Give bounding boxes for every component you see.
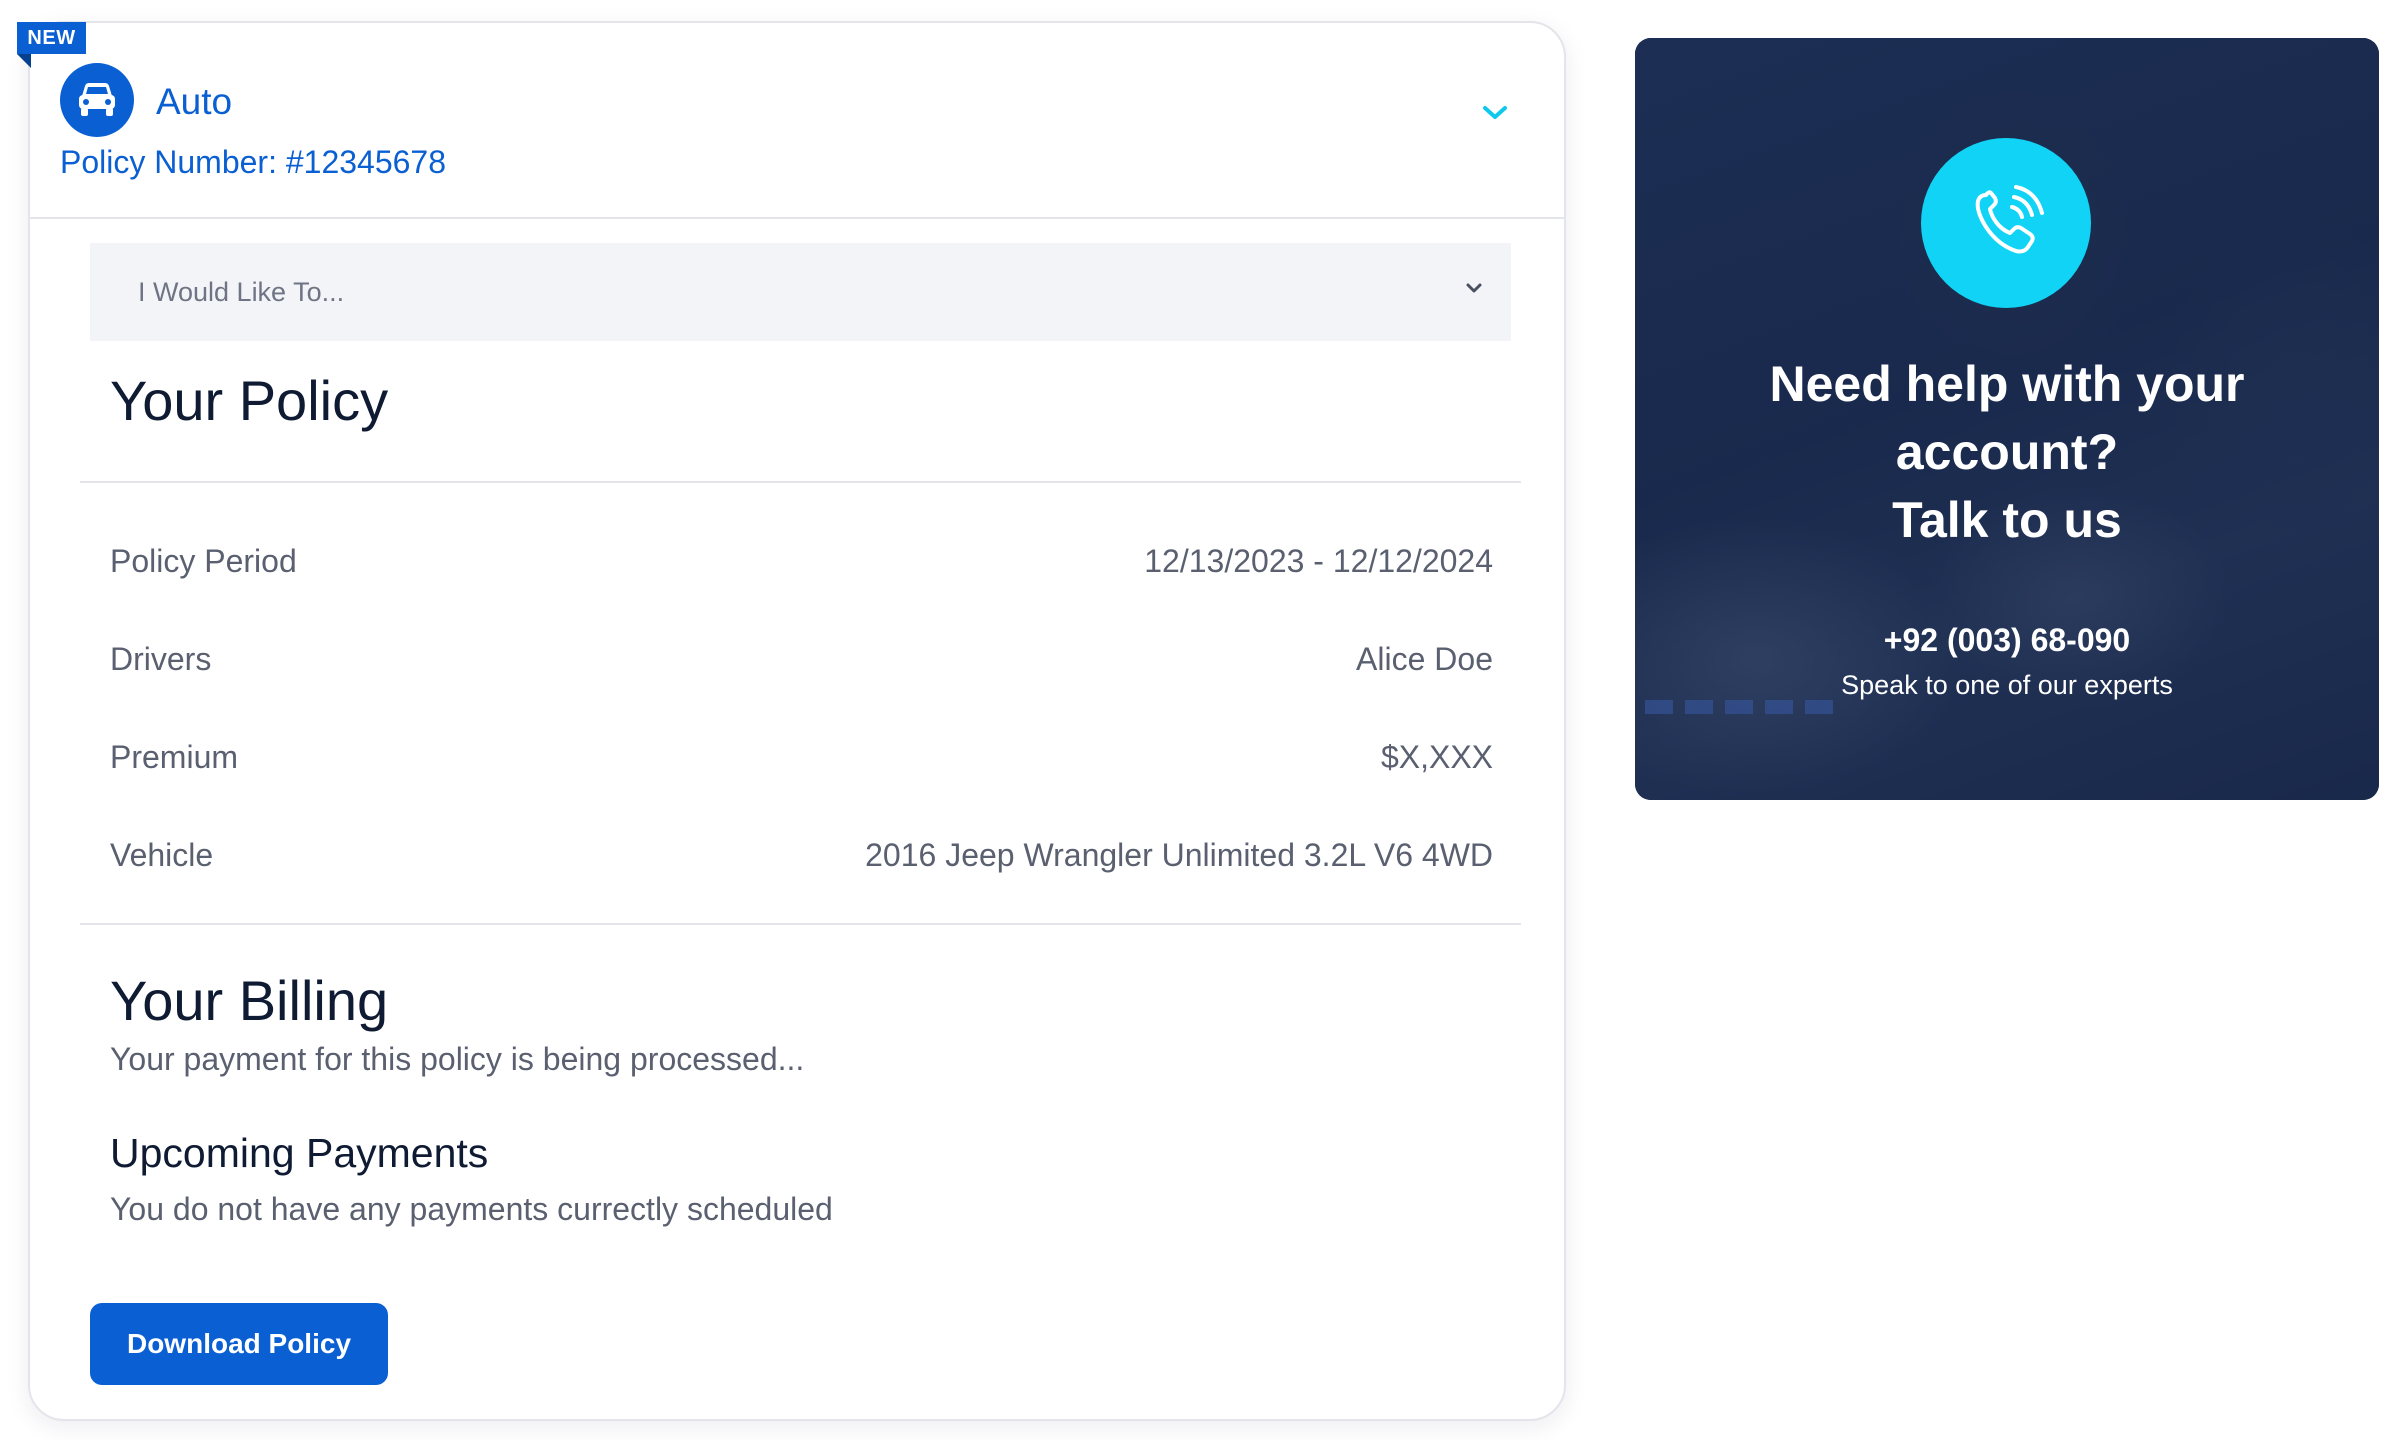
product-name: Auto [156,81,233,122]
your-policy-heading: Your Policy [110,369,389,432]
ribbon-fold [17,54,31,68]
chevron-down-icon[interactable] [1480,101,1510,125]
row-value: 12/13/2023 - 12/12/2024 [1144,542,1493,579]
page: Auto Policy Number: #12345678 I Would Li… [0,0,2398,1440]
row-value: 2016 Jeep Wrangler Unlimited 3.2L V6 4WD [865,836,1493,873]
divider [80,923,1521,925]
row-label: Drivers [110,640,212,677]
upcoming-payments-text: You do not have any payments currectly s… [110,1191,833,1227]
policy-period-row: Policy Period 12/13/2023 - 12/12/2024 [110,533,1493,589]
decorative-stripe [1645,700,1845,714]
upcoming-payments-heading: Upcoming Payments [110,1130,489,1176]
action-select[interactable]: I Would Like To... [90,243,1511,341]
policy-number: Policy Number: #12345678 [60,144,447,180]
download-policy-button[interactable]: Download Policy [90,1303,388,1385]
policy-card: Auto Policy Number: #12345678 I Would Li… [28,21,1566,1421]
row-label: Premium [110,738,239,775]
premium-row: Premium $X,XXX [110,729,1493,785]
help-title: Need help with your account? Talk to us [1635,350,2379,554]
help-title-line: Need help with your [1769,356,2245,412]
vehicle-row: Vehicle 2016 Jeep Wrangler Unlimited 3.2… [110,827,1493,883]
help-title-line: account? [1895,424,2119,480]
billing-status-text: Your payment for this policy is being pr… [110,1041,805,1077]
help-subtitle: Speak to one of our experts [1841,670,2173,700]
row-value: $X,XXX [1380,738,1493,775]
new-badge: NEW [17,22,86,54]
drivers-row: Drivers Alice Doe [110,631,1493,687]
divider [80,481,1521,483]
chevron-down-icon [1465,281,1483,299]
row-label: Policy Period [110,542,297,579]
your-billing-heading: Your Billing [110,969,389,1032]
policy-card-header[interactable]: Auto Policy Number: #12345678 [30,23,1564,219]
row-value: Alice Doe [1356,640,1493,677]
action-select-placeholder: I Would Like To... [138,276,345,307]
car-icon [60,63,134,137]
help-title-line: Talk to us [1892,492,2122,548]
phone-call-icon[interactable] [1921,138,2091,308]
help-phone-number[interactable]: +92 (003) 68-090 [1635,622,2379,659]
row-label: Vehicle [110,836,214,873]
help-card: Need help with your account? Talk to us … [1635,38,2379,800]
